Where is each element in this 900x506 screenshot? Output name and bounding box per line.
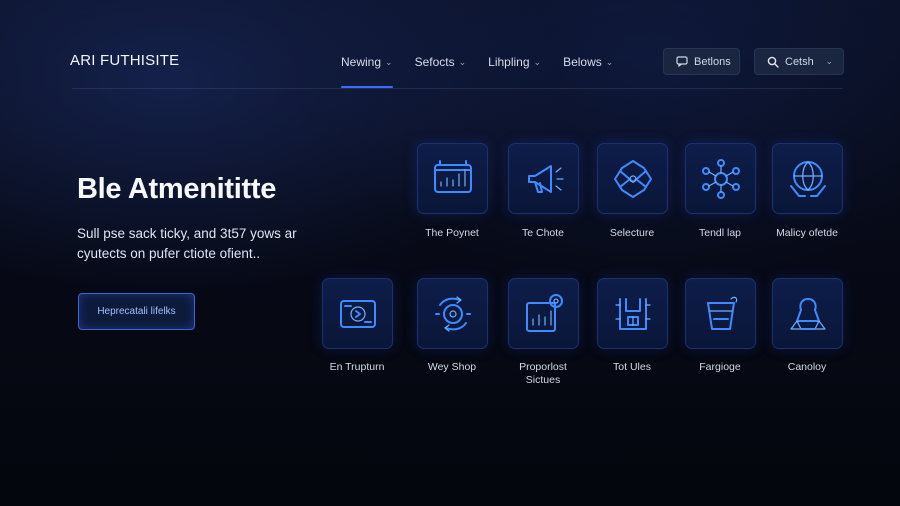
envelope-gem-icon bbox=[613, 159, 652, 198]
nav-label: Newing bbox=[341, 55, 382, 69]
hero-description: Sull pse sack ticky, and 3t57 yows ar cy… bbox=[77, 226, 297, 261]
card-disc-icon bbox=[339, 299, 376, 328]
tile-wey-shop[interactable] bbox=[417, 278, 488, 349]
nav-item-sefocts[interactable]: Sefocts ⌄ bbox=[415, 54, 467, 70]
megaphone-icon bbox=[527, 164, 564, 193]
tile-te-chote[interactable] bbox=[508, 143, 579, 214]
nav-label: Belows bbox=[563, 55, 602, 69]
tile-label: Canoloy bbox=[787, 361, 827, 373]
tile-canoloy[interactable] bbox=[772, 278, 843, 349]
nav-label: Lihpling bbox=[488, 55, 530, 69]
tile-en-trupturn[interactable] bbox=[322, 278, 393, 349]
main-nav: Newing ⌄ Sefocts ⌄ Lihpling ⌄ Belows ⌄ bbox=[341, 54, 635, 88]
tile-proporlost-sictues[interactable] bbox=[508, 278, 579, 349]
tile-tendl-lap[interactable] bbox=[685, 143, 756, 214]
tile-the-poynet[interactable] bbox=[417, 143, 488, 214]
bar-chart-target-icon bbox=[525, 293, 563, 332]
nav-item-lihpling[interactable]: Lihpling ⌄ bbox=[488, 54, 541, 70]
nav-item-belows[interactable]: Belows ⌄ bbox=[563, 54, 613, 70]
search-button[interactable]: Cetsh ⌄ bbox=[754, 48, 844, 75]
chevron-down-icon: ⌄ bbox=[533, 56, 542, 67]
tile-selecture[interactable] bbox=[597, 143, 668, 214]
rotate-disc-icon bbox=[434, 295, 471, 332]
hero-title: Ble Atmenititte bbox=[77, 173, 277, 205]
tile-tot-ules[interactable] bbox=[597, 278, 668, 349]
dashboard-chart-icon bbox=[433, 159, 472, 193]
brand-logo[interactable]: ARI FUTHISITE bbox=[70, 52, 179, 69]
nav-label: Sefocts bbox=[414, 55, 455, 69]
chevron-down-icon: ⌄ bbox=[825, 56, 833, 66]
bellows-button[interactable]: Betlons bbox=[663, 48, 740, 75]
search-icon bbox=[767, 56, 779, 68]
tile-label: Wey Shop bbox=[427, 361, 477, 373]
tile-label: En Trupturn bbox=[329, 361, 385, 373]
tile-label: Proporlost Sictues bbox=[519, 361, 567, 386]
chat-icon bbox=[676, 56, 688, 67]
network-hub-icon bbox=[701, 158, 740, 199]
page: ARI FUTHISITE Newing ⌄ Sefocts ⌄ Lihplin… bbox=[0, 0, 900, 506]
triangle-nodes-icon bbox=[789, 297, 826, 330]
cup-icon bbox=[706, 296, 737, 330]
box-arrows-icon bbox=[614, 297, 651, 330]
globe-hands-icon bbox=[789, 160, 826, 197]
search-button-label: Cetsh bbox=[785, 55, 814, 68]
header-divider bbox=[72, 88, 843, 89]
hero-cta-button[interactable]: Heprecatali lifelks bbox=[78, 293, 195, 330]
tile-label: Malicy ofetde bbox=[776, 227, 838, 239]
chevron-down-icon: ⌄ bbox=[605, 56, 614, 67]
tile-fargioge[interactable] bbox=[685, 278, 756, 349]
chevron-down-icon: ⌄ bbox=[458, 56, 467, 67]
bellows-button-label: Betlons bbox=[694, 55, 731, 68]
nav-item-newing[interactable]: Newing ⌄ bbox=[341, 54, 393, 88]
chevron-down-icon: ⌄ bbox=[385, 56, 393, 67]
tile-malicy-ofetde[interactable] bbox=[772, 143, 843, 214]
